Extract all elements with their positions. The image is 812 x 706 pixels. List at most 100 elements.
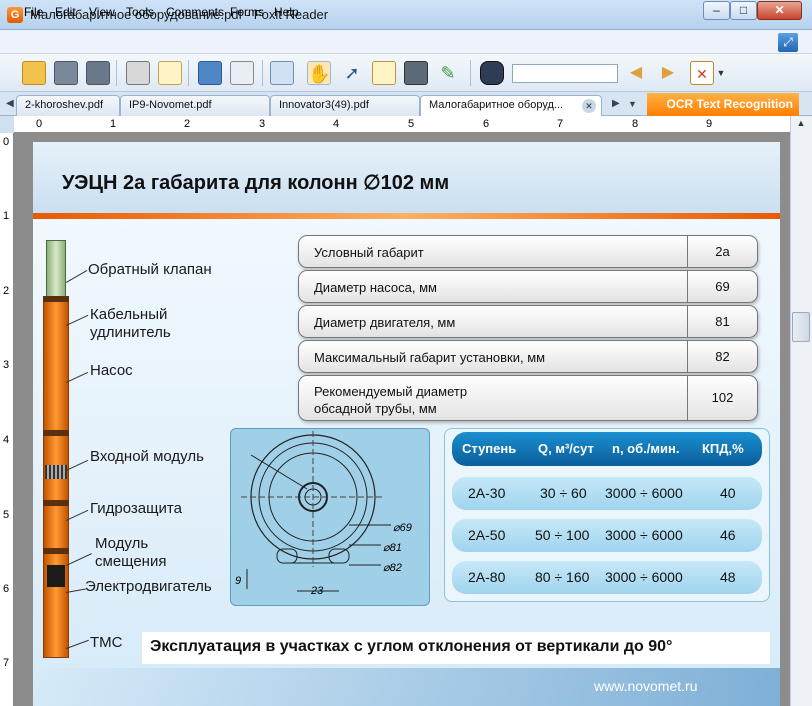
spec-value: 2а [687, 236, 757, 267]
scrollbar-thumb[interactable] [792, 312, 810, 342]
maximize-button[interactable]: □ [730, 1, 757, 20]
dim-label: 9 [235, 575, 242, 587]
scroll-up-icon[interactable]: ▲ [792, 118, 810, 134]
page-layout-icon[interactable] [270, 61, 294, 85]
menu-forms[interactable]: Forms [230, 5, 264, 19]
spec-label: обсадной трубы, мм [314, 401, 437, 416]
clear-search-icon[interactable]: ✕ [690, 61, 714, 85]
prev-result-icon[interactable]: ◀ [624, 61, 648, 85]
menu-comments[interactable]: Comments [166, 5, 224, 19]
minimize-button[interactable]: – [703, 1, 730, 20]
spec-value: 81 [687, 306, 757, 337]
dim-label: ⌀81 [383, 542, 402, 554]
email-icon[interactable] [158, 61, 182, 85]
find-in-pdf-icon[interactable] [230, 61, 254, 85]
tab-scroll-left-icon[interactable]: ◀ [6, 98, 14, 109]
tab-ip9-novomet[interactable]: IP9-Novomet.pdf [120, 95, 270, 116]
pump-label: Гидрозащита [90, 500, 182, 517]
text-select-icon[interactable] [372, 61, 396, 85]
stage-cell: 50 ÷ 100 [535, 527, 590, 543]
vertical-scrollbar[interactable] [790, 116, 812, 706]
ruler-tick-label: 5 [408, 118, 415, 130]
ruler-tick-label: 3 [3, 359, 10, 371]
stage-cell: 2А-50 [468, 527, 506, 543]
menu-edit[interactable]: Edit [55, 5, 76, 19]
ruler-tick-label: 5 [3, 509, 10, 521]
stage-cell: 3000 ÷ 6000 [605, 569, 683, 585]
save-icon[interactable] [54, 61, 78, 85]
search-input[interactable] [512, 64, 618, 83]
stage-cell: 80 ÷ 160 [535, 569, 590, 585]
spec-row: Условный габарит 2а [298, 235, 758, 268]
pdf-page [33, 142, 780, 706]
spec-label: Диаметр двигателя, мм [314, 315, 456, 330]
next-result-icon[interactable]: ▶ [656, 61, 680, 85]
tab-malogabaritnoe[interactable]: Малогабаритное оборуд... [420, 95, 602, 116]
close-button[interactable]: ✕ [757, 1, 802, 20]
stage-table-header: Ступень Q, м³/сут n, об./мин. КПД,% [452, 432, 762, 466]
ruler-tick-label: 7 [557, 118, 564, 130]
spec-value: 82 [687, 341, 757, 372]
menu-view[interactable]: View [89, 5, 115, 19]
tab-2-khoroshev[interactable]: 2-khoroshev.pdf [16, 95, 120, 116]
stage-row: 2А-50 50 ÷ 100 3000 ÷ 6000 46 [452, 519, 762, 552]
stage-cell: 2А-80 [468, 569, 506, 585]
binoculars-icon[interactable] [480, 61, 504, 85]
stage-row: 2А-30 30 ÷ 60 3000 ÷ 6000 40 [452, 477, 762, 510]
spec-label: Рекомендуемый диаметр [314, 384, 468, 399]
ruler-tick-label: 1 [110, 118, 117, 130]
ruler-tick-label: 6 [483, 118, 490, 130]
pump-label: Кабельный удлинитель [90, 306, 171, 341]
pump-joint [43, 296, 69, 302]
spec-value: 69 [687, 271, 757, 302]
tab-close-icon[interactable]: ✕ [582, 99, 596, 113]
snapshot-icon[interactable] [404, 61, 428, 85]
ruler-tick-label: 4 [333, 118, 340, 130]
stage-cell: 2А-30 [468, 485, 506, 501]
save-as-icon[interactable] [86, 61, 110, 85]
stage-cell: 48 [720, 569, 736, 585]
select-arrow-icon[interactable]: ➚ [340, 61, 364, 85]
spec-row: Максимальный габарит установки, мм 82 [298, 340, 758, 373]
stage-cell: 30 ÷ 60 [540, 485, 587, 501]
horizontal-ruler [14, 116, 790, 133]
ruler-tick-label: 2 [3, 285, 10, 297]
stage-cell: 3000 ÷ 6000 [605, 485, 683, 501]
cross-section-drawing: ⌀69 ⌀81 ⌀82 23 9 [230, 428, 430, 606]
menu-help[interactable]: Help [274, 5, 299, 19]
dim-label: ⌀82 [383, 562, 402, 574]
toolbar-separator [188, 60, 189, 86]
stage-header-cell: КПД,% [702, 441, 744, 456]
annotate-icon[interactable]: ✎ [436, 61, 460, 85]
ocr-text-recognition-button[interactable]: OCR Text Recognition [647, 93, 799, 116]
stage-cell: 46 [720, 527, 736, 543]
pump-check-valve [46, 240, 66, 300]
restore-window-icon[interactable]: ⤢ [778, 33, 798, 52]
hand-tool-icon[interactable]: ✋ [307, 61, 331, 85]
slide-title: УЭЦН 2а габарита для колонн ∅102 мм [62, 172, 450, 194]
ruler-tick-label: 3 [259, 118, 266, 130]
pump-joint [43, 548, 69, 554]
spec-label: Максимальный габарит установки, мм [314, 350, 546, 365]
dropdown-chevron-icon[interactable]: ▼ [716, 61, 726, 85]
print-icon[interactable] [126, 61, 150, 85]
header-stripe [33, 213, 780, 219]
tab-innovator[interactable]: Innovator3(49).pdf [270, 95, 420, 116]
pump-intake-grille [45, 465, 67, 479]
ruler-tick-label: 7 [3, 657, 10, 669]
menu-file[interactable]: File [24, 5, 43, 19]
website-url: www.novomet.ru [594, 678, 698, 694]
open-folder-icon[interactable] [22, 61, 46, 85]
ruler-tick-label: 9 [706, 118, 713, 130]
toolbar-separator [262, 60, 263, 86]
screen-icon[interactable] [198, 61, 222, 85]
ruler-tick-label: 1 [3, 210, 10, 222]
tab-list-chevron-icon[interactable]: ▼ [628, 99, 637, 109]
menu-tools[interactable]: Tools [126, 5, 154, 19]
stage-header-cell: Q, м³/сут [538, 441, 594, 456]
dim-label: ⌀69 [393, 522, 412, 534]
ruler-tick-label: 4 [3, 434, 10, 446]
tab-scroll-right-icon[interactable]: ▶ [612, 98, 620, 109]
ruler-tick-label: 6 [3, 583, 10, 595]
toolbar-separator [116, 60, 117, 86]
